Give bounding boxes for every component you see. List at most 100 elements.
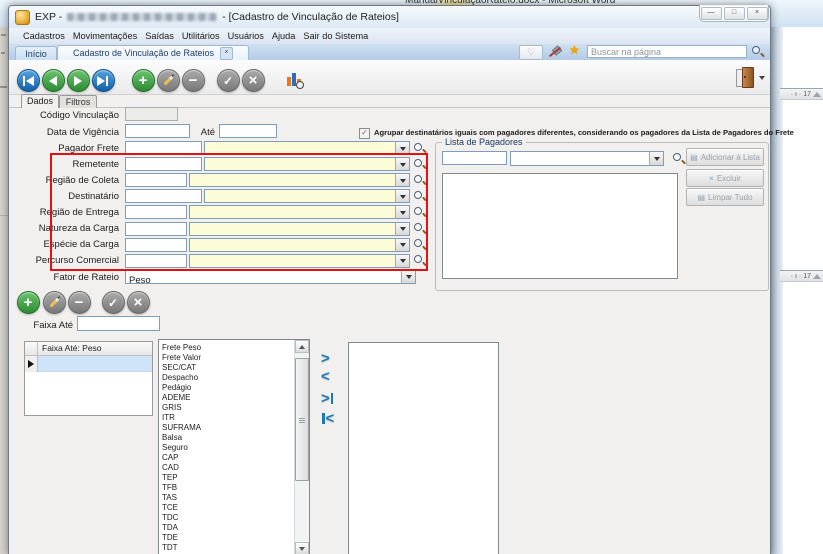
nav-last-button[interactable] (92, 69, 115, 92)
list-item[interactable]: SEC/CAT (162, 363, 309, 373)
lookup-magnifier-icon[interactable] (413, 158, 426, 171)
chevron-down-icon[interactable] (395, 190, 409, 202)
list-item[interactable]: TEP (162, 473, 309, 483)
confirm-button[interactable]: ✓ (217, 69, 240, 92)
code-field[interactable] (125, 238, 187, 252)
list-item[interactable]: Frete Peso (162, 343, 309, 353)
list-item[interactable]: TDT (162, 543, 309, 553)
faixa-add-button[interactable]: + (17, 291, 40, 314)
nav-previous-button[interactable] (42, 69, 65, 92)
limpar-tudo-button[interactable]: ▤ Limpar Tudo (686, 188, 764, 206)
nav-first-button[interactable] (17, 69, 40, 92)
list-item[interactable]: TDA (162, 523, 309, 533)
description-combo[interactable] (189, 238, 410, 252)
faixa-confirm-button[interactable]: ✓ (102, 291, 125, 314)
description-combo[interactable] (189, 254, 410, 268)
pagador-magnifier-icon[interactable] (672, 152, 685, 165)
available-items-listbox[interactable]: Frete PesoFrete ValorSEC/CATDespachoPedá… (158, 339, 310, 554)
scroll-up-icon[interactable] (295, 340, 309, 353)
faixa-cancel-button[interactable]: × (127, 291, 150, 314)
lookup-magnifier-icon[interactable] (413, 238, 426, 251)
list-item[interactable]: ITR (162, 413, 309, 423)
chevron-down-icon[interactable] (401, 270, 415, 283)
tab-dados[interactable]: Dados (21, 94, 59, 108)
move-left-button[interactable]: < (321, 368, 347, 385)
chevron-down-icon[interactable] (395, 142, 409, 154)
tab-cadastro-vinculacao[interactable]: Cadastro de Vinculação de Rateios × (57, 45, 249, 60)
list-item[interactable]: TCE (162, 503, 309, 513)
chart-icon[interactable] (286, 70, 304, 88)
chevron-down-icon[interactable] (395, 174, 409, 186)
description-combo[interactable] (204, 141, 410, 155)
move-all-right-button[interactable]: > (321, 390, 347, 407)
add-button[interactable]: + (132, 69, 155, 92)
menu-item[interactable]: Utilitários (178, 28, 224, 44)
menu-item[interactable]: Movimentações (69, 28, 141, 44)
menu-item[interactable]: Sair do Sistema (299, 28, 372, 44)
star-icon[interactable]: ★ (569, 44, 580, 57)
nav-next-button[interactable] (67, 69, 90, 92)
menu-item[interactable]: Ajuda (268, 28, 300, 44)
chevron-down-icon[interactable] (395, 255, 409, 267)
pagador-combo[interactable] (510, 151, 664, 166)
toolbar-overflow-icon[interactable] (759, 76, 765, 83)
word-close-button[interactable]: × (747, 7, 768, 20)
description-combo[interactable] (189, 222, 410, 236)
lookup-magnifier-icon[interactable] (413, 206, 426, 219)
pagadores-listbox[interactable] (442, 173, 678, 279)
menu-item[interactable]: Saídas (141, 28, 178, 44)
list-item[interactable]: Frete Valor (162, 353, 309, 363)
chevron-down-icon[interactable] (395, 206, 409, 218)
description-combo[interactable] (189, 173, 410, 187)
faixa-delete-button[interactable]: − (68, 291, 91, 314)
list-item[interactable]: ADEME (162, 393, 309, 403)
chevron-down-icon[interactable] (649, 152, 663, 165)
lookup-magnifier-icon[interactable] (413, 190, 426, 203)
tab-close-icon[interactable]: × (220, 47, 233, 60)
list-item[interactable]: TFB (162, 483, 309, 493)
pagador-code-field[interactable] (442, 151, 507, 165)
list-item[interactable]: GRIS (162, 403, 309, 413)
unpin-icon[interactable] (548, 45, 562, 58)
list-item[interactable]: Despacho (162, 373, 309, 383)
excluir-button[interactable]: × Excluir (686, 169, 764, 187)
faixa-edit-button[interactable] (43, 291, 66, 314)
word-maximize-button[interactable]: □ (724, 7, 745, 20)
lookup-magnifier-icon[interactable] (413, 254, 426, 267)
search-input[interactable] (587, 45, 747, 58)
cancel-button[interactable]: × (242, 69, 265, 92)
tab-filtros[interactable]: Filtros (59, 95, 97, 108)
selected-items-listbox[interactable] (348, 342, 499, 554)
lookup-magnifier-icon[interactable] (413, 142, 426, 155)
menu-item[interactable]: Cadastros (19, 28, 69, 44)
fator-rateio-select[interactable]: Peso (125, 269, 416, 284)
list-item[interactable]: SUFRAMA (162, 423, 309, 433)
delete-button[interactable]: − (182, 69, 205, 92)
scroll-down-icon[interactable] (295, 542, 309, 554)
list-item[interactable]: Balsa (162, 433, 309, 443)
code-field[interactable] (125, 205, 187, 219)
description-combo[interactable] (189, 205, 410, 219)
faixa-ate-field[interactable] (77, 316, 160, 331)
chevron-down-icon[interactable] (395, 223, 409, 235)
description-combo[interactable] (204, 189, 410, 203)
code-field[interactable] (125, 173, 187, 187)
lookup-magnifier-icon[interactable] (413, 222, 426, 235)
tab-inicio[interactable]: Início (15, 46, 57, 60)
grid-row[interactable] (25, 356, 152, 372)
adicionar-lista-button[interactable]: ▤ Adicionar à Lista (686, 148, 764, 166)
code-field[interactable] (125, 141, 202, 155)
code-field[interactable] (125, 157, 202, 171)
favorites-button[interactable]: ♡ (519, 45, 543, 60)
scrollbar[interactable] (294, 340, 309, 554)
code-field[interactable] (125, 189, 202, 203)
word-minimize-button[interactable]: — (701, 7, 722, 20)
list-item[interactable]: TAS (162, 493, 309, 503)
edit-button[interactable] (157, 69, 180, 92)
grid-cell[interactable] (38, 356, 152, 372)
move-right-button[interactable]: > (321, 350, 347, 367)
description-combo[interactable] (204, 157, 410, 171)
menu-item[interactable]: Usuários (224, 28, 268, 44)
code-field[interactable] (125, 222, 187, 236)
code-field[interactable] (125, 254, 187, 268)
